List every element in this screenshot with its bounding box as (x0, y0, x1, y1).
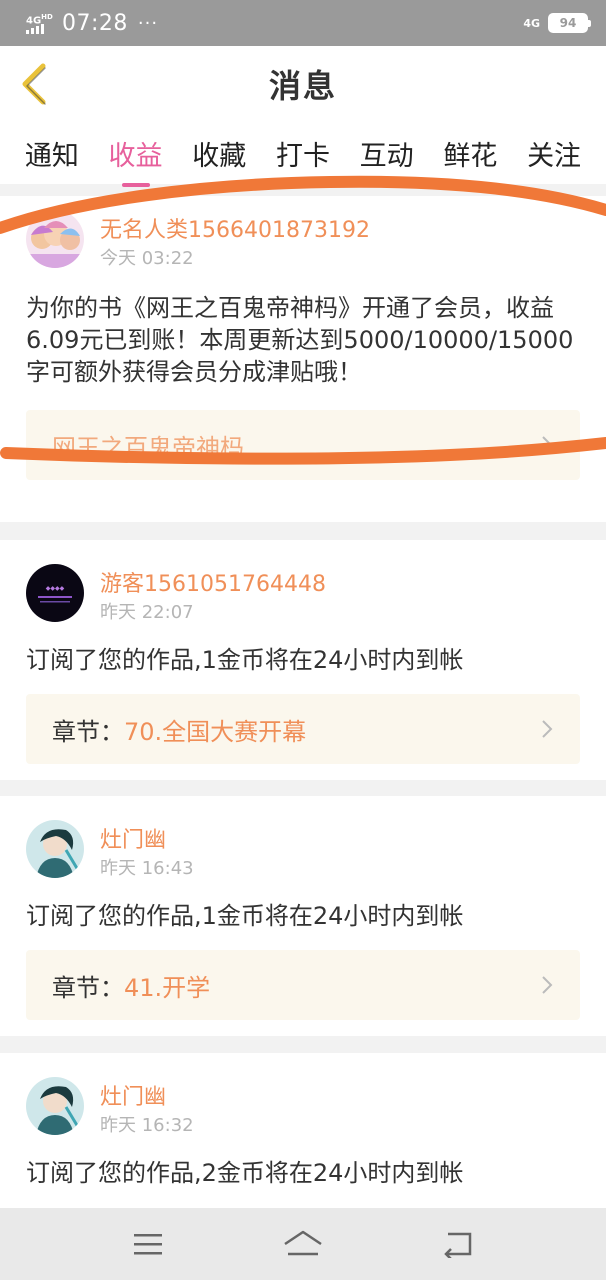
username[interactable]: 无名人类1566401873192 (100, 212, 370, 244)
status-right: 4G 94 (523, 13, 591, 33)
chapter-name: 41.开学 (124, 973, 211, 1002)
book-title: 网王之百鬼帝神杩 (52, 433, 244, 462)
menu-button[interactable] (118, 1219, 178, 1269)
tab-checkin[interactable]: 打卡 (274, 128, 332, 179)
chapter-name: 70.全国大赛开幕 (124, 717, 307, 746)
tab-flowers[interactable]: 鲜花 (441, 128, 499, 179)
chevron-right-icon (542, 436, 553, 454)
message-header: 灶门幽 昨天 16:32 (26, 1077, 580, 1147)
chevron-left-icon (22, 63, 46, 105)
avatar-image (26, 820, 84, 878)
message-header: ◆◆◆◆ 游客1561051764448 昨天 22:07 (26, 564, 580, 634)
avatar[interactable] (26, 1077, 84, 1135)
chevron-right-icon (542, 720, 553, 738)
home-icon (284, 1230, 322, 1256)
username[interactable]: 灶门幽 (100, 822, 166, 854)
battery-icon: 94 (548, 13, 591, 33)
message-header: 无名人类1566401873192 今天 03:22 (26, 210, 580, 280)
message-card: 灶门幽 昨天 16:32 订阅了您的作品,2金币将在24小时内到帐 (0, 1053, 606, 1213)
tab-interactions[interactable]: 互动 (358, 128, 416, 179)
book-link[interactable]: 网王之百鬼帝神杩 (26, 410, 580, 480)
tab-favorites[interactable]: 收藏 (190, 128, 248, 179)
message-time: 昨天 16:32 (100, 1115, 194, 1136)
status-bar: 4GHD 07:28 ··· 4G 94 (0, 0, 606, 46)
more-notifications-icon: ··· (137, 12, 159, 34)
tab-bar: 通知 收益 收藏 打卡 互动 鲜花 关注 (0, 122, 606, 187)
chapter-link[interactable]: 章节： 41.开学 (26, 950, 580, 1020)
page-title: 消息 (268, 67, 337, 105)
network-4g-icon: 4G (523, 16, 540, 30)
message-text: 为你的书《网王之百鬼帝神杩》开通了会员，收益6.09元已到账！本周更新达到500… (26, 294, 574, 386)
screen: 4GHD 07:28 ··· 4G 94 消息 通知 收益 收藏 打卡 互动 鲜… (0, 0, 606, 1280)
avatar-image (26, 210, 84, 268)
back-button[interactable] (14, 60, 54, 108)
avatar[interactable]: ◆◆◆◆ (26, 564, 84, 622)
status-left: 4GHD 07:28 ··· (26, 11, 158, 36)
message-text: 订阅了您的作品,1金币将在24小时内到帐 (26, 646, 464, 674)
menu-icon (133, 1234, 162, 1255)
chapter-link[interactable]: 章节： 70.全国大赛开幕 (26, 694, 580, 764)
back-nav-button[interactable] (428, 1219, 488, 1269)
app-header: 消息 (0, 46, 606, 122)
avatar[interactable] (26, 210, 84, 268)
system-nav-bar (0, 1208, 606, 1280)
avatar-image (26, 1077, 84, 1135)
chapter-label: 章节： (52, 973, 124, 1002)
message-text: 订阅了您的作品,1金币将在24小时内到帐 (26, 902, 464, 930)
message-time: 昨天 16:43 (100, 858, 194, 879)
message-time: 今天 03:22 (100, 248, 194, 269)
home-button[interactable] (273, 1219, 333, 1269)
username[interactable]: 灶门幽 (100, 1079, 166, 1111)
clock: 07:28 (62, 10, 128, 36)
message-card: 无名人类1566401873192 今天 03:22 为你的书《网王之百鬼帝神杩… (0, 196, 606, 522)
chapter-label: 章节： (52, 717, 124, 746)
avatar-image: ◆◆◆◆ (26, 564, 84, 622)
message-card: ◆◆◆◆ 游客1561051764448 昨天 22:07 订阅了您的作品,1金… (0, 540, 606, 780)
message-card: 灶门幽 昨天 16:43 订阅了您的作品,1金币将在24小时内到帐 章节： 41… (0, 796, 606, 1036)
message-text: 订阅了您的作品,2金币将在24小时内到帐 (26, 1159, 464, 1187)
return-icon (444, 1232, 472, 1258)
tab-notifications[interactable]: 通知 (23, 128, 81, 179)
tab-earnings[interactable]: 收益 (107, 128, 165, 187)
cell-signal-icon: 4GHD (26, 12, 54, 34)
message-time: 昨天 22:07 (100, 602, 194, 623)
username[interactable]: 游客1561051764448 (100, 566, 326, 598)
battery-level: 94 (559, 16, 577, 30)
chevron-right-icon (542, 976, 553, 994)
avatar[interactable] (26, 820, 84, 878)
message-header: 灶门幽 昨天 16:43 (26, 820, 580, 890)
svg-text:◆◆◆◆: ◆◆◆◆ (46, 585, 65, 592)
tab-follows[interactable]: 关注 (525, 128, 583, 179)
